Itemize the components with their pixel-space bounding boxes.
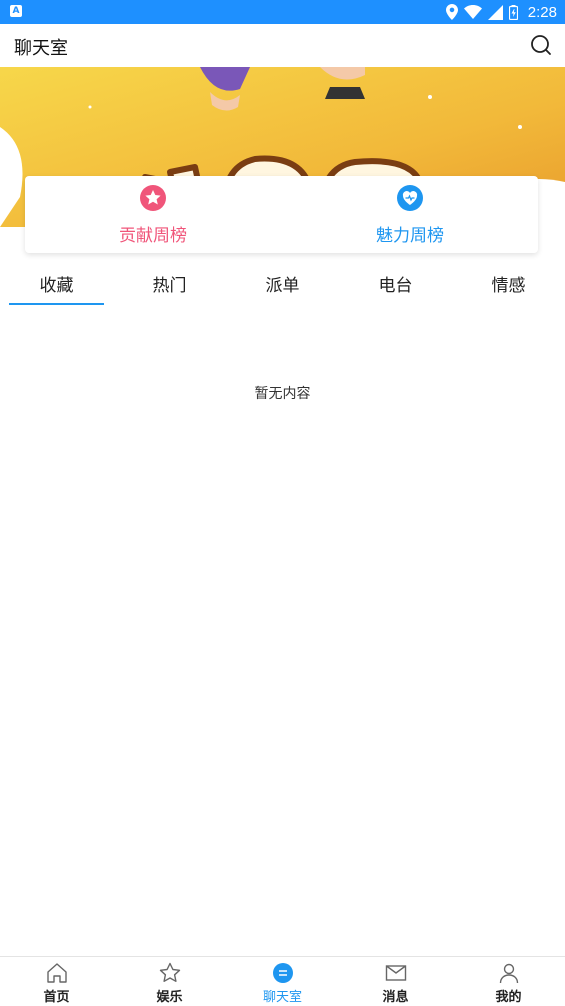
tab-emotion[interactable]: 情感 (452, 264, 565, 308)
charm-ranking[interactable]: 魅力周榜 (282, 176, 538, 253)
nav-profile[interactable]: 我的 (452, 957, 565, 1006)
chat-icon (272, 963, 293, 983)
active-tab-indicator (9, 303, 104, 305)
mail-icon (385, 965, 406, 981)
tab-dispatch[interactable]: 派单 (226, 264, 339, 308)
location-icon (445, 4, 458, 20)
bottom-nav: 首页 娱乐 聊天室 消息 我的 (0, 956, 565, 1006)
star-icon (159, 962, 180, 982)
wifi-icon (463, 5, 482, 19)
charm-ranking-label: 魅力周榜 (376, 226, 444, 246)
person-icon (499, 963, 518, 984)
contribution-ranking-label: 贡献周榜 (119, 226, 187, 246)
nav-chatroom-label: 聊天室 (262, 990, 302, 1005)
nav-home-label: 首页 (43, 990, 70, 1005)
search-icon[interactable] (529, 33, 553, 57)
nav-entertainment-label: 娱乐 (156, 990, 183, 1005)
star-badge-icon (140, 185, 166, 211)
nav-home[interactable]: 首页 (0, 957, 113, 1006)
home-icon (46, 963, 67, 983)
nav-entertainment[interactable]: 娱乐 (113, 957, 226, 1006)
tab-favorites[interactable]: 收藏 (0, 264, 113, 308)
app-header: 聊天室 (0, 24, 565, 67)
heart-badge-icon (397, 185, 423, 211)
category-tabs: 收藏 热门 派单 电台 情感 (0, 264, 565, 308)
tab-radio[interactable]: 电台 (339, 264, 452, 308)
nav-messages-label: 消息 (382, 990, 409, 1005)
clock: 2:28 (527, 3, 557, 21)
page-title: 聊天室 (14, 38, 68, 59)
ranking-card: 贡献周榜 魅力周榜 (25, 176, 538, 253)
nav-messages[interactable]: 消息 (339, 957, 452, 1006)
nav-profile-label: 我的 (495, 990, 522, 1005)
app-notification-icon: A (10, 5, 22, 17)
nav-chatroom[interactable]: 聊天室 (226, 957, 339, 1006)
empty-state-text: 暂无内容 (254, 386, 311, 402)
status-bar: A 2:28 (0, 0, 565, 24)
signal-icon (487, 4, 503, 20)
battery-icon (508, 4, 518, 20)
tab-hot[interactable]: 热门 (113, 264, 226, 308)
contribution-ranking[interactable]: 贡献周榜 (25, 176, 281, 253)
